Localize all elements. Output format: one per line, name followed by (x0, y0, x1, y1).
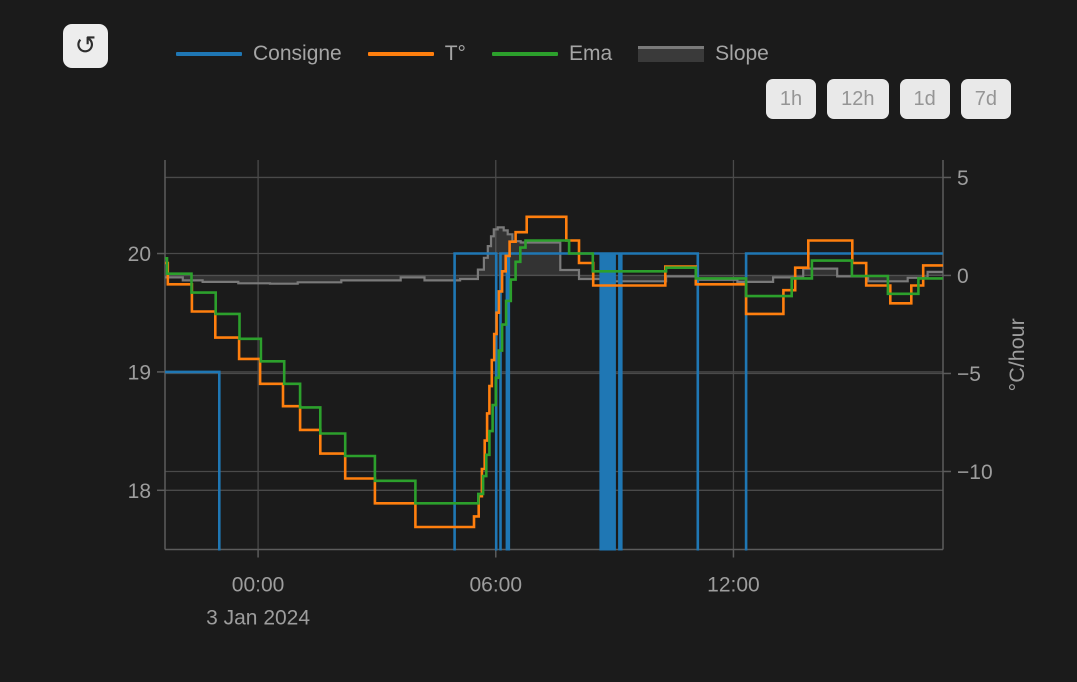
left-tick-label: 19 (128, 361, 151, 384)
x-tick-label: 00:00 (232, 574, 285, 597)
dashboard: ↺ Consigne T° Ema Slope 1h 12h 1d 7d 00:… (0, 0, 1077, 682)
x-tick-label: 12:00 (707, 574, 760, 597)
x-axis-date-label: 3 Jan 2024 (206, 607, 310, 630)
right-axis-title: °C/hour (1005, 318, 1029, 391)
consigne-line (165, 254, 943, 609)
temperature-chart[interactable]: 00:00 06:00 12:00 3 Jan 2024 18 19 20 5 0 −5 −10 °C… (0, 0, 1077, 682)
x-tick-label: 06:00 (469, 574, 522, 597)
right-tick-label: −5 (957, 363, 981, 386)
left-tick-label: 18 (128, 480, 151, 503)
right-tick-label: 0 (957, 265, 969, 288)
right-tick-label: −10 (957, 461, 993, 484)
left-tick-label: 20 (128, 243, 151, 266)
right-tick-label: 5 (957, 167, 969, 190)
